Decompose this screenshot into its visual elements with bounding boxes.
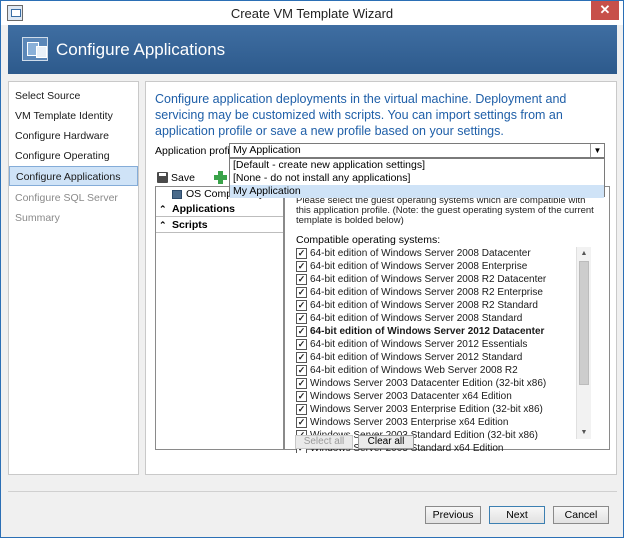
- tree-section-applications[interactable]: ⌃ Applications: [156, 202, 283, 217]
- settings-tree: OS Compatibility ⌃ Applications ⌃ Script…: [155, 186, 284, 450]
- checkbox[interactable]: ✓: [296, 378, 307, 389]
- nav-item-vm-template-identity[interactable]: VM Template Identity: [9, 106, 138, 126]
- os-name-label: 64-bit edition of Windows Server 2012 St…: [310, 352, 523, 363]
- clear-all-button[interactable]: Clear all: [358, 435, 414, 449]
- os-name-label: 64-bit edition of Windows Server 2008 R2…: [310, 300, 538, 311]
- window-title: Create VM Template Wizard: [230, 6, 394, 21]
- os-checkbox-row[interactable]: ✓ 64-bit edition of Windows Server 2012 S…: [294, 351, 579, 364]
- close-button[interactable]: ✕: [591, 1, 619, 20]
- chevron-up-icon: ⌃: [159, 220, 167, 230]
- wizard-nav: Select Source VM Template Identity Confi…: [8, 81, 139, 475]
- compat-list-label: Compatible operating systems:: [296, 234, 441, 246]
- os-checkbox-row[interactable]: ✓ 64-bit edition of Windows Web Server 20…: [294, 364, 579, 377]
- checkbox[interactable]: ✓: [296, 391, 307, 402]
- scroll-thumb[interactable]: [579, 261, 589, 385]
- add-icon[interactable]: [214, 171, 227, 184]
- previous-button[interactable]: Previous: [425, 506, 481, 524]
- checkbox[interactable]: ✓: [296, 326, 307, 337]
- os-compatibility-icon: [172, 190, 182, 199]
- chevron-down-icon[interactable]: ▼: [590, 144, 604, 157]
- wizard-window: Create VM Template Wizard ✕ Configure Ap…: [0, 0, 624, 538]
- checkbox[interactable]: ✓: [296, 339, 307, 350]
- select-all-button: Select all: [295, 435, 353, 449]
- os-name-label: 64-bit edition of Windows Server 2008 R2…: [310, 287, 543, 298]
- os-name-label: 64-bit edition of Windows Server 2008 R2…: [310, 274, 547, 285]
- main-panel: Configure application deployments in the…: [145, 81, 617, 475]
- os-name-label: 64-bit edition of Windows Server 2008 St…: [310, 313, 523, 324]
- os-checkbox-row[interactable]: ✓ Windows Server 2003 Datacenter Edition …: [294, 377, 579, 390]
- os-checkbox-row[interactable]: ✓ 64-bit edition of Windows Server 2008 R…: [294, 299, 579, 312]
- tree-section-scripts[interactable]: ⌃ Scripts: [156, 218, 283, 233]
- os-name-label: 64-bit edition of Windows Server 2012 Da…: [310, 326, 545, 337]
- scroll-up-icon[interactable]: ▲: [577, 247, 591, 260]
- os-compatibility-pane: Please select the guest operating system…: [284, 186, 610, 453]
- nav-item-configure-hardware[interactable]: Configure Hardware: [9, 126, 138, 146]
- checkbox[interactable]: ✓: [296, 261, 307, 272]
- application-profile-select[interactable]: My Application ▼: [229, 143, 605, 158]
- checkbox[interactable]: ✓: [296, 365, 307, 376]
- profile-label: Application profile:: [155, 145, 241, 157]
- os-list-scrollbar[interactable]: ▲ ▼: [576, 247, 591, 439]
- checkbox[interactable]: ✓: [296, 352, 307, 363]
- os-name-label: 64-bit edition of Windows Server 2008 En…: [310, 261, 528, 272]
- title-bar: Create VM Template Wizard ✕: [1, 1, 623, 25]
- checkbox[interactable]: ✓: [296, 313, 307, 324]
- os-checkbox-row[interactable]: ✓ 64-bit edition of Windows Server 2008 S…: [294, 312, 579, 325]
- next-button[interactable]: Next: [489, 506, 545, 524]
- os-name-label: 64-bit edition of Windows Server 2008 Da…: [310, 248, 531, 259]
- tree-section-label: Applications: [172, 203, 236, 215]
- checkbox[interactable]: ✓: [296, 417, 307, 428]
- page-title: Configure Applications: [56, 40, 226, 59]
- os-checkbox-row[interactable]: ✓ 64-bit edition of Windows Server 2008 R…: [294, 286, 579, 299]
- os-name-label: 64-bit edition of Windows Web Server 200…: [310, 365, 518, 376]
- os-checkbox-row[interactable]: ✓ 64-bit edition of Windows Server 2008 R…: [294, 273, 579, 286]
- os-checkbox-row[interactable]: ✓ 64-bit edition of Windows Server 2008 D…: [294, 247, 579, 260]
- dropdown-option-none[interactable]: [None - do not install any applications]: [230, 172, 604, 185]
- tree-section-label: Scripts: [172, 219, 208, 231]
- profile-dropdown-list: [Default - create new application settin…: [229, 158, 605, 198]
- chevron-up-icon: ⌃: [159, 204, 167, 214]
- dropdown-option-default[interactable]: [Default - create new application settin…: [230, 159, 604, 172]
- save-icon: [157, 172, 168, 183]
- dropdown-option-my-application[interactable]: My Application: [230, 185, 604, 198]
- configure-applications-icon: [22, 37, 48, 61]
- checkbox[interactable]: ✓: [296, 300, 307, 311]
- nav-item-select-source[interactable]: Select Source: [9, 86, 138, 106]
- os-checkbox-row[interactable]: ✓ 64-bit edition of Windows Server 2012 D…: [294, 325, 579, 338]
- checkbox[interactable]: ✓: [296, 287, 307, 298]
- nav-item-summary: Summary: [15, 212, 60, 224]
- nav-item-configure-operating-system[interactable]: Configure Operating System: [9, 146, 138, 182]
- nav-item-configure-applications[interactable]: Configure Applications: [9, 166, 138, 186]
- os-checkbox-row[interactable]: ✓ Windows Server 2003 Enterprise Edition …: [294, 403, 579, 416]
- os-checkbox-row[interactable]: ✓ Windows Server 2003 Enterprise x64 Edit…: [294, 416, 579, 429]
- profile-select-value: My Application: [233, 144, 301, 156]
- intro-text: Configure application deployments in the…: [155, 92, 567, 138]
- save-as-button[interactable]: Save As...: [155, 169, 217, 202]
- os-checkbox-list: ✓ 64-bit edition of Windows Server 2008 D…: [294, 247, 594, 453]
- scroll-down-icon[interactable]: ▼: [577, 426, 591, 439]
- compat-description: Please select the guest operating system…: [296, 195, 594, 226]
- checkbox[interactable]: ✓: [296, 248, 307, 259]
- os-checkbox-row[interactable]: ✓ 64-bit edition of Windows Server 2008 E…: [294, 260, 579, 273]
- os-checkbox-row[interactable]: ✓ 64-bit edition of Windows Server 2012 E…: [294, 338, 579, 351]
- os-name-label: Windows Server 2003 Enterprise Edition (…: [310, 404, 543, 415]
- os-name-label: 64-bit edition of Windows Server 2012 Es…: [310, 339, 528, 350]
- os-checkbox-row[interactable]: ✓ Windows Server 2003 Datacenter x64 Edit…: [294, 390, 579, 403]
- os-name-label: Windows Server 2003 Enterprise x64 Editi…: [310, 417, 509, 428]
- os-name-label: Windows Server 2003 Datacenter x64 Editi…: [310, 391, 512, 402]
- os-name-label: Windows Server 2003 Datacenter Edition (…: [310, 378, 547, 389]
- nav-item-configure-sql-server: Configure SQL Server: [15, 192, 118, 204]
- checkbox[interactable]: ✓: [296, 274, 307, 285]
- page-header: Configure Applications: [8, 25, 617, 74]
- cancel-button[interactable]: Cancel: [553, 506, 609, 524]
- checkbox[interactable]: ✓: [296, 404, 307, 415]
